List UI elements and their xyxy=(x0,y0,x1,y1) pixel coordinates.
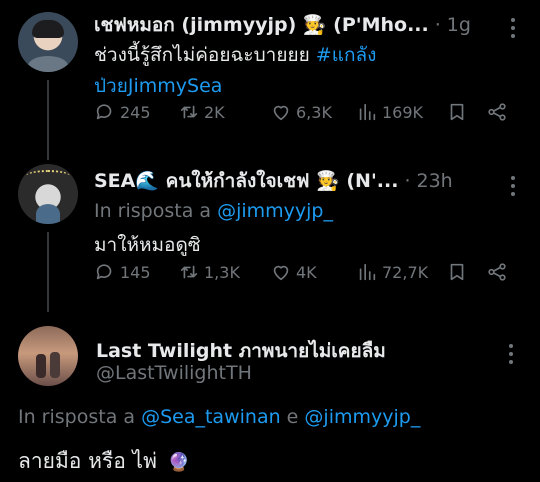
share-icon xyxy=(488,263,506,281)
bookmark-button[interactable] xyxy=(446,261,468,283)
reply-icon xyxy=(96,104,112,120)
reply-icon xyxy=(96,264,112,280)
bookmark-icon xyxy=(450,103,464,121)
avatar[interactable] xyxy=(18,326,78,386)
reply-count: 145 xyxy=(120,262,151,282)
thread-line xyxy=(47,80,49,160)
thread-line xyxy=(47,232,49,312)
reply-count: 245 xyxy=(120,102,151,122)
retweet-count: 2K xyxy=(204,102,225,122)
timestamp[interactable]: 23h xyxy=(416,170,452,192)
tweet-text: มาให้หมอดูซิ xyxy=(94,234,201,256)
share-button[interactable] xyxy=(486,101,508,123)
share-button[interactable] xyxy=(486,261,508,283)
view-count: 72,7K xyxy=(382,262,429,282)
tweet-text: ช่วงนี้รู้สึกไม่ค่อยฉะบายยย #แกลัง ป่วยJ… xyxy=(94,44,377,97)
hashtag-link[interactable]: #แกลัง xyxy=(316,44,377,66)
avatar[interactable] xyxy=(18,12,78,72)
retweet-icon xyxy=(180,105,198,119)
retweet-count: 1,3K xyxy=(204,262,240,282)
retweet-icon xyxy=(180,265,198,279)
views-icon xyxy=(359,263,376,281)
retweet-button[interactable]: 2K xyxy=(178,101,225,123)
like-button[interactable]: 6,3K xyxy=(270,101,332,123)
like-count: 4K xyxy=(296,262,317,282)
more-icon[interactable] xyxy=(508,344,514,364)
tweet-header: เชฟหมอก (jimmyyjp) 🧑‍🍳 (P'Mho... · 1g xyxy=(94,10,471,40)
views-button[interactable]: 72,7K xyxy=(356,261,428,283)
more-icon[interactable] xyxy=(510,176,516,196)
like-count: 6,3K xyxy=(296,102,332,122)
tweet-header: SEA🌊 คนให้กำลังใจเชฟ 🧑‍🍳 (N'... · 23h xyxy=(94,166,453,196)
mention-link[interactable]: @Sea_tawinan xyxy=(141,406,281,428)
display-name[interactable]: เชฟหมอก (jimmyyjp) 🧑‍🍳 (P'Mho... xyxy=(94,10,429,40)
retweet-button[interactable]: 1,3K xyxy=(178,261,240,283)
mention-link[interactable]: @jimmyyjp_ xyxy=(217,200,333,222)
display-name[interactable]: SEA🌊 คนให้กำลังใจเชฟ 🧑‍🍳 (N'... xyxy=(94,166,398,196)
timestamp[interactable]: 1g xyxy=(447,14,471,36)
reply-context: In risposta a @Sea_tawinan e @jimmyyjp_ xyxy=(18,406,421,428)
tweet-text: ลายมือ หรือ ไพ่ 🔮 xyxy=(18,446,190,478)
more-icon[interactable] xyxy=(510,18,516,38)
like-button[interactable]: 4K xyxy=(270,261,317,283)
reply-context: In risposta a @jimmyyjp_ xyxy=(94,200,333,222)
share-icon xyxy=(488,103,506,121)
avatar[interactable] xyxy=(18,164,78,224)
bookmark-icon xyxy=(450,263,464,281)
views-button[interactable]: 169K xyxy=(356,101,423,123)
reply-button[interactable]: 245 xyxy=(94,101,151,123)
view-count: 169K xyxy=(382,102,424,122)
like-icon xyxy=(273,105,289,121)
reply-button[interactable]: 145 xyxy=(94,261,151,283)
bookmark-button[interactable] xyxy=(446,101,468,123)
crystal-ball-icon: 🔮 xyxy=(167,452,191,473)
views-icon xyxy=(359,103,376,121)
like-icon xyxy=(273,265,289,281)
handle[interactable]: @LastTwilightTH xyxy=(96,362,252,384)
mention-link[interactable]: @jimmyyjp_ xyxy=(304,406,420,428)
hashtag-link[interactable]: ป่วยJimmySea xyxy=(94,75,222,97)
